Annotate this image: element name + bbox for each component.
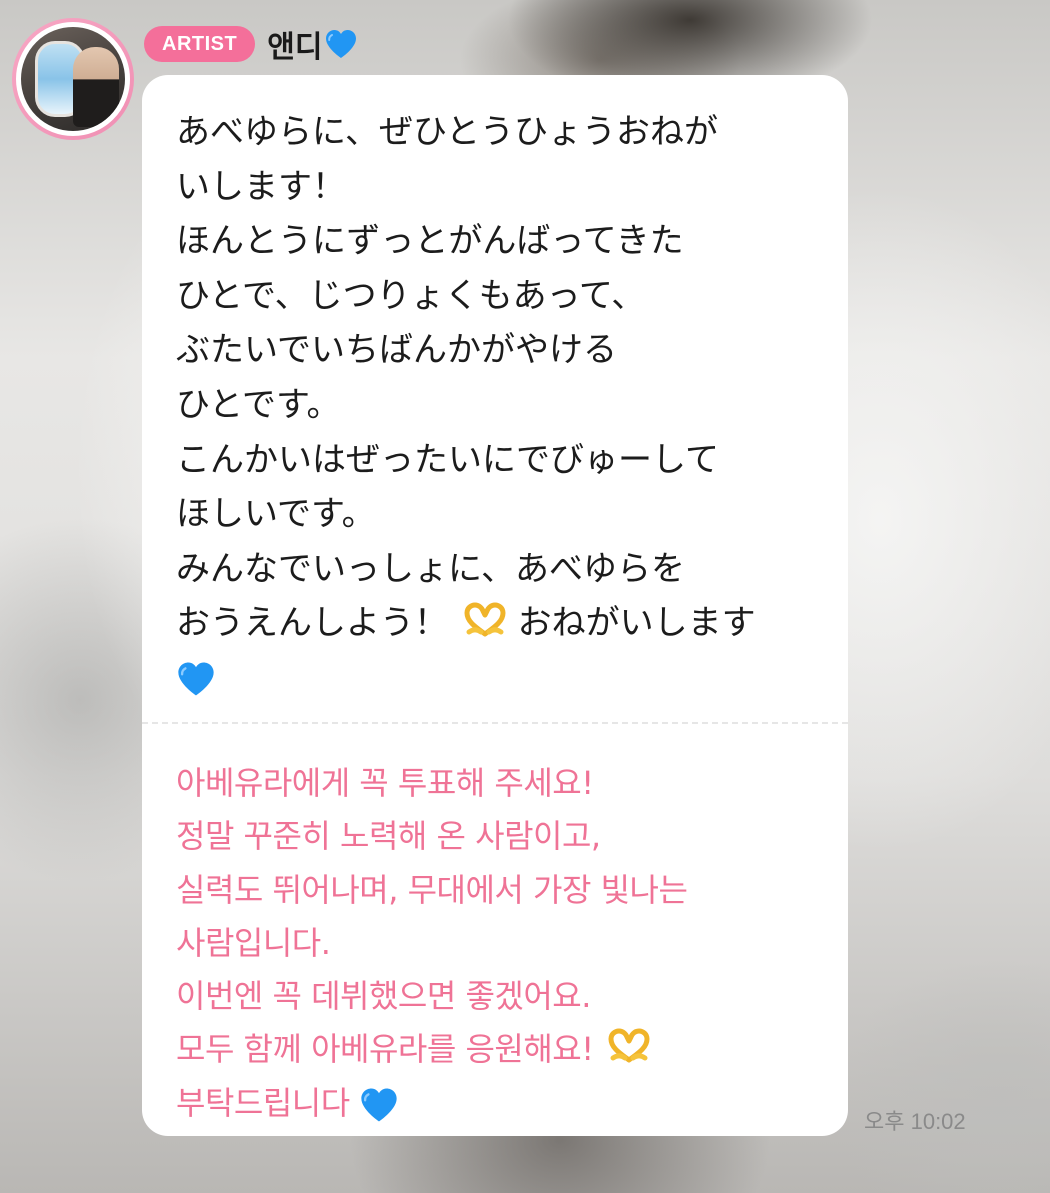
kr-line: 모두 함께 아베유라를 응원해요! [176,1030,594,1069]
korean-translation: 아베유라에게 꼭 투표해 주세요! 정말 꾸준히 노력해 온 사람이고, 실력도… [176,757,826,1130]
heart-hands-icon [464,602,506,637]
jp-line: おうえんしよう！ [176,603,448,644]
jp-line: いします！ [176,166,346,207]
jp-line: おねがいします [517,603,756,644]
kr-line-with-emoji: 모두 함께 아베유라를 응원해요! [176,1023,826,1076]
kr-line: 실력도 뛰어나며, 무대에서 가장 빛나는 [176,870,688,909]
japanese-message: あべゆらに、ぜひとうひょうおねが いします！ ほんとうにずっとがんばってきた ひ… [176,105,826,706]
kr-line: 이번엔 꼭 데뷔했으면 좋겠어요. [176,977,591,1016]
kr-line: 아베유라에게 꼭 투표해 주세요! [176,764,594,802]
blue-heart-icon [178,662,214,696]
jp-line: みんなでいっしょに、あべゆらを [176,548,685,589]
message-header: ARTIST 앤디 [144,22,358,66]
sender-name-group[interactable]: 앤디 [267,22,358,66]
jp-line: ほんとうにずっとがんばってきた [176,221,684,262]
sender-name: 앤디 [267,30,323,65]
jp-line: あべゆらに、ぜひとうひょうおねが [176,112,718,152]
jp-line: ほしいです。 [176,494,376,535]
artist-badge: ARTIST [144,26,256,62]
kr-line: 정말 꾸준히 노력해 온 사람이고, [176,817,601,856]
jp-line [176,651,826,706]
jp-line-with-emoji: おうえんしよう！ おねがいします [176,596,826,651]
avatar-person [73,47,119,127]
message-bubble[interactable]: あべゆらに、ぜひとうひょうおねが いします！ ほんとうにずっとがんばってきた ひ… [142,75,848,1136]
kr-line: 사람입니다. [176,923,331,962]
kr-line: 부탁드립니다 [176,1083,350,1122]
translation-divider [142,722,848,724]
heart-hands-icon [608,1028,650,1063]
avatar-image [16,22,130,136]
jp-line: ぶたいでいちばんかがやける [176,330,617,371]
message-timestamp: 오후 10:02 [864,1109,966,1134]
avatar[interactable] [12,18,134,140]
blue-heart-icon [326,30,357,58]
blue-heart-icon [361,1088,397,1122]
jp-line: ひとです。 [176,384,341,425]
kr-line-with-emoji: 부탁드립니다 [176,1077,826,1130]
jp-line: ひとで、じつりょくもあって、 [176,275,646,316]
jp-line: こんかいはぜったいにでびゅーして [176,439,719,480]
